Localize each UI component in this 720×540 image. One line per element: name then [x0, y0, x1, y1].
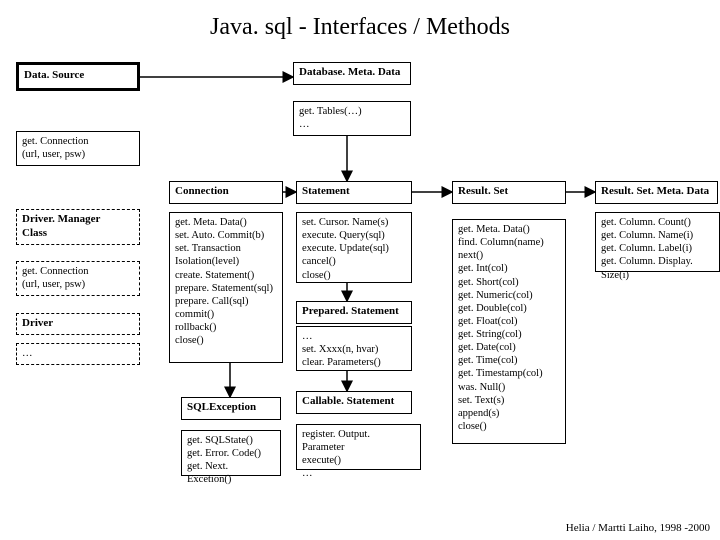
getconnection-mid-text: get. Connection (url, user, psw) — [17, 262, 139, 294]
driver-body: … — [16, 343, 140, 365]
dbmeta-label: Database. Meta. Data — [294, 63, 410, 83]
getconnection-top-text: get. Connection (url, user, psw) — [17, 132, 139, 164]
sqlexception-body: get. SQLState() get. Error. Code() get. … — [181, 430, 281, 476]
drivermanager-label: Driver. Manager Class — [17, 210, 139, 244]
preparedstatement-header: Prepared. Statement — [296, 301, 412, 324]
sqlexception-header: SQLException — [181, 397, 281, 420]
sqlexception-methods: get. SQLState() get. Error. Code() get. … — [182, 431, 280, 490]
resultsetmetadata-label: Result. Set. Meta. Data — [596, 182, 717, 202]
footer-credit: Helia / Martti Laiho, 1998 -2000 — [566, 522, 710, 534]
preparedstatement-label: Prepared. Statement — [297, 302, 411, 322]
resultsetmetadata-methods: get. Column. Count() get. Column. Name(i… — [596, 213, 719, 285]
connection-methods: get. Meta. Data() set. Auto. Commit(b) s… — [170, 213, 282, 350]
preparedstatement-body: … set. Xxxx(n, hvar) clear. Parameters() — [296, 326, 412, 371]
driver-header: Driver — [16, 313, 140, 335]
preparedstatement-methods: … set. Xxxx(n, hvar) clear. Parameters() — [297, 327, 411, 372]
resultset-body: get. Meta. Data() find. Column(name) nex… — [452, 219, 566, 444]
datasource-label: Data. Source — [19, 65, 137, 87]
sqlexception-label: SQLException — [182, 398, 280, 418]
resultset-methods: get. Meta. Data() find. Column(name) nex… — [453, 220, 565, 436]
resultset-label: Result. Set — [453, 182, 565, 202]
statement-header: Statement — [296, 181, 412, 204]
connection-header: Connection — [169, 181, 283, 204]
statement-body: set. Cursor. Name(s) execute. Query(sql)… — [296, 212, 412, 283]
statement-label: Statement — [297, 182, 411, 202]
getconnection-top: get. Connection (url, user, psw) — [16, 131, 140, 166]
resultset-header: Result. Set — [452, 181, 566, 204]
dbmeta-header: Database. Meta. Data — [293, 62, 411, 85]
callablestatement-methods: register. Output. Parameter execute() … — [297, 425, 420, 484]
dbmeta-body: get. Tables(…) … — [293, 101, 411, 136]
resultsetmetadata-body: get. Column. Count() get. Column. Name(i… — [595, 212, 720, 272]
datasource-header: Data. Source — [16, 62, 140, 91]
driver-body-text: … — [17, 344, 139, 363]
driver-label: Driver — [17, 314, 139, 334]
drivermanager-header: Driver. Manager Class — [16, 209, 140, 245]
callablestatement-header: Callable. Statement — [296, 391, 412, 414]
callablestatement-body: register. Output. Parameter execute() … — [296, 424, 421, 470]
resultsetmetadata-header: Result. Set. Meta. Data — [595, 181, 718, 204]
connection-body: get. Meta. Data() set. Auto. Commit(b) s… — [169, 212, 283, 363]
dbmeta-methods: get. Tables(…) … — [294, 102, 410, 134]
connection-label: Connection — [170, 182, 282, 202]
page-title: Java. sql - Interfaces / Methods — [0, 0, 720, 47]
callablestatement-label: Callable. Statement — [297, 392, 411, 412]
getconnection-mid: get. Connection (url, user, psw) — [16, 261, 140, 296]
statement-methods: set. Cursor. Name(s) execute. Query(sql)… — [297, 213, 411, 285]
